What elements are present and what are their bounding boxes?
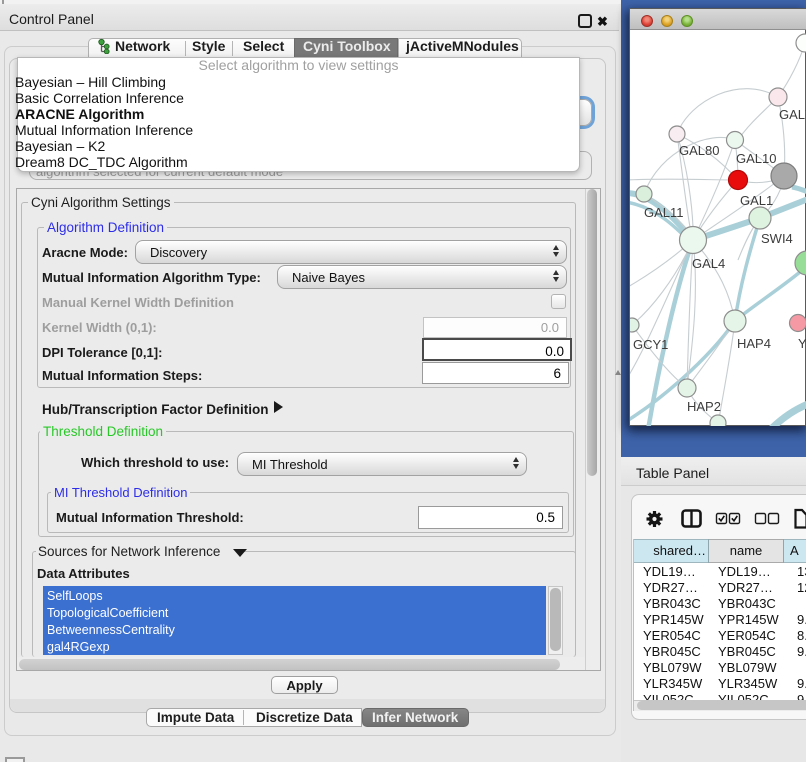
svg-text:GAL11: GAL11 bbox=[644, 205, 684, 220]
svg-text:HAP4: HAP4 bbox=[737, 336, 771, 351]
svg-text:GAL80: GAL80 bbox=[679, 143, 719, 158]
svg-text:GAL7: GAL7 bbox=[779, 107, 806, 122]
svg-text:GAL1: GAL1 bbox=[740, 193, 773, 208]
svg-text:GCY1: GCY1 bbox=[633, 337, 668, 352]
svg-text:HAP2: HAP2 bbox=[687, 399, 721, 414]
svg-text:GAL4: GAL4 bbox=[692, 256, 725, 271]
svg-text:Y: Y bbox=[798, 336, 806, 351]
svg-text:GAL10: GAL10 bbox=[736, 151, 776, 166]
svg-text:SWI4: SWI4 bbox=[761, 231, 793, 246]
